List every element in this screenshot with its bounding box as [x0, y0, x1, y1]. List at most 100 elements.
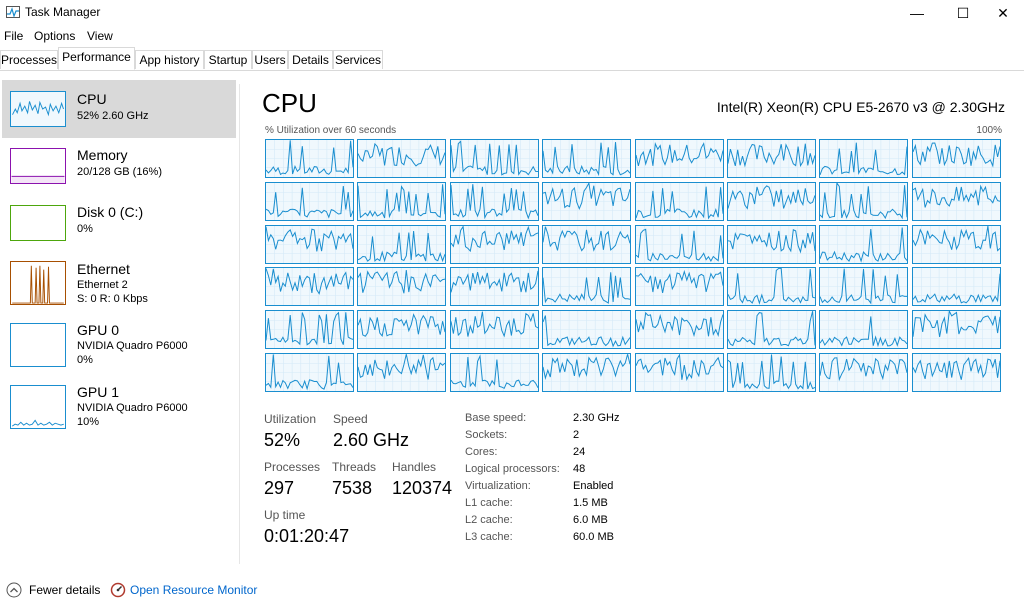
tab-details[interactable]: Details [288, 50, 333, 69]
sidebar-divider [239, 84, 240, 564]
sidebar-item-cpu[interactable]: CPU 52% 2.60 GHz [2, 80, 236, 138]
sockets-value: 2 [573, 429, 580, 441]
close-button[interactable]: ✕ [980, 0, 1024, 26]
logical-processor-graph [265, 310, 354, 350]
tab-bar: Processes Performance App history Startu… [0, 47, 1024, 71]
logical-processor-graph [357, 224, 447, 264]
logical-processor-graph [819, 181, 909, 221]
logical-processor-graph [819, 267, 909, 307]
logical-processor-graph [357, 310, 447, 350]
logical-processor-graph [449, 310, 539, 350]
sidebar-item-detail: 52% 2.60 GHz [77, 110, 149, 122]
logical-processor-graph [727, 310, 816, 350]
menu-view[interactable]: View [87, 29, 113, 43]
l3-cache-label: L3 cache: [465, 531, 513, 543]
logical-processor-graph [265, 181, 354, 221]
speed-label: Speed [333, 412, 368, 426]
logical-processor-graph [449, 139, 539, 178]
logical-processor-graph [634, 139, 724, 178]
l3-cache-value: 60.0 MB [573, 531, 614, 543]
l2-cache-value: 6.0 MB [573, 514, 608, 526]
logical-processor-graph [911, 139, 1001, 178]
utilization-max-label: 100% [976, 125, 1002, 136]
logical-processor-graph [634, 353, 724, 392]
logical-processor-graph [357, 139, 447, 178]
logical-processor-graph [819, 353, 909, 392]
sidebar-item-label: Disk 0 (C:) [77, 204, 144, 220]
logical-processor-graph [727, 224, 816, 264]
tab-processes[interactable]: Processes [0, 50, 58, 69]
chevron-up-circle-icon[interactable] [6, 582, 22, 598]
logical-processor-graph [911, 181, 1001, 221]
utilization-label: Utilization [264, 412, 317, 426]
logical-processor-graph [357, 267, 447, 307]
logical-processor-graph [265, 224, 354, 264]
sidebar-item-detail: NVIDIA Quadro P6000 [77, 340, 188, 352]
tab-users[interactable]: Users [252, 50, 288, 69]
menu-options[interactable]: Options [34, 29, 75, 43]
gpu0-thumbnail-graph [10, 323, 66, 367]
base-speed-label: Base speed: [465, 412, 527, 424]
uptime-value: 0:01:20:47 [264, 526, 350, 546]
cores-label: Cores: [465, 446, 498, 458]
sidebar-item-detail-2: S: 0 R: 0 Kbps [77, 293, 148, 305]
performance-sidebar: CPU 52% 2.60 GHz Memory 20/128 GB (16%) … [0, 77, 240, 567]
logical-processor-graph [449, 267, 539, 307]
logical-processors-label: Logical processors: [465, 463, 560, 475]
utilization-value: 52% [264, 430, 301, 450]
utilization-graph-label: % Utilization over 60 seconds [265, 125, 397, 136]
logical-processor-graph [542, 310, 632, 350]
handles-value: 120374 [392, 478, 453, 498]
logical-processor-graph [911, 224, 1001, 264]
virtualization-label: Virtualization: [465, 480, 531, 492]
logical-processor-graph [819, 310, 909, 350]
sidebar-item-detail: 20/128 GB (16%) [77, 166, 162, 178]
window-title: Task Manager [25, 5, 101, 19]
sidebar-item-label: CPU [77, 91, 107, 107]
logical-processors-value: 48 [573, 463, 586, 475]
sidebar-item-detail-2: 0% [77, 354, 93, 366]
gpu1-thumbnail-graph [10, 385, 66, 429]
l1-cache-value: 1.5 MB [573, 497, 608, 509]
uptime-label: Up time [264, 508, 306, 522]
memory-thumbnail-graph [10, 148, 66, 184]
threads-value: 7538 [332, 478, 373, 498]
tab-app-history[interactable]: App history [135, 50, 204, 69]
logical-processor-graph [542, 353, 632, 392]
logical-processor-graph [634, 181, 724, 221]
sidebar-item-disk[interactable]: Disk 0 (C:) 0% [2, 194, 236, 252]
fewer-details-button[interactable]: Fewer details [29, 583, 100, 597]
logical-processor-graph [449, 353, 539, 392]
logical-processor-graph [911, 310, 1001, 350]
sidebar-item-detail: Ethernet 2 [77, 279, 128, 291]
sidebar-item-gpu1[interactable]: GPU 1 NVIDIA Quadro P6000 10% [2, 375, 236, 433]
logical-processor-graph [911, 353, 1001, 392]
open-resource-monitor-link[interactable]: Open Resource Monitor [130, 583, 257, 597]
processes-value: 297 [264, 478, 295, 498]
logical-processor-graph [727, 267, 816, 307]
l1-cache-label: L1 cache: [465, 497, 513, 509]
tab-services[interactable]: Services [333, 50, 383, 69]
sidebar-item-label: Ethernet [77, 261, 130, 277]
sidebar-item-ethernet[interactable]: Ethernet Ethernet 2 S: 0 R: 0 Kbps [2, 251, 236, 309]
sidebar-item-detail: NVIDIA Quadro P6000 [77, 402, 188, 414]
menu-bar: File Options View [0, 26, 1024, 46]
logical-processor-graph [727, 139, 816, 178]
menu-file[interactable]: File [4, 29, 23, 43]
logical-processor-graph [727, 353, 816, 392]
logical-processor-graph [819, 139, 909, 178]
cpu-thumbnail-graph [10, 91, 66, 127]
sidebar-item-memory[interactable]: Memory 20/128 GB (16%) [2, 137, 236, 195]
logical-processor-graph [357, 353, 447, 392]
logical-processor-graph [265, 139, 354, 178]
tab-startup[interactable]: Startup [204, 50, 252, 69]
cpu-model-name: Intel(R) Xeon(R) CPU E5-2670 v3 @ 2.30GH… [716, 99, 1005, 115]
minimize-button[interactable]: — [894, 0, 940, 26]
sidebar-item-gpu0[interactable]: GPU 0 NVIDIA Quadro P6000 0% [2, 313, 236, 371]
sidebar-item-label: Memory [77, 147, 128, 163]
tab-performance[interactable]: Performance [58, 47, 135, 70]
logical-processor-graph [265, 353, 354, 392]
logical-processor-graph [449, 181, 539, 221]
title-bar: Task Manager — ☐ ✕ [0, 0, 1024, 26]
logical-processor-graph [449, 224, 539, 264]
